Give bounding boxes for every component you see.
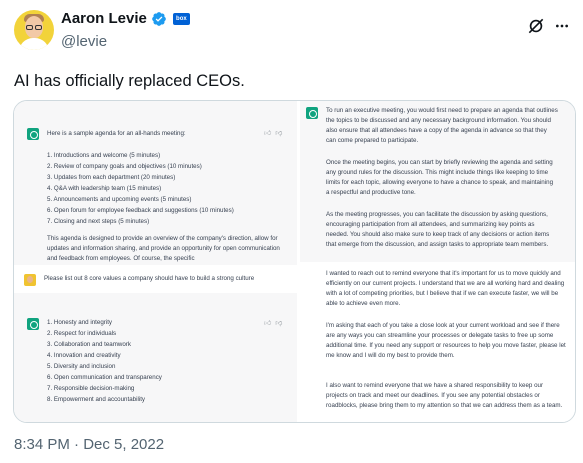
user-avatar-icon xyxy=(24,274,36,286)
email-paragraph: I also want to remind everyone that we h… xyxy=(326,382,563,409)
agenda-item: 6. Open forum for employee feedback and … xyxy=(47,207,234,214)
prompt-text: Please list out 8 core values a company … xyxy=(44,275,255,282)
prompt-pane: Please list out 8 core values a company … xyxy=(14,267,297,293)
value-item: 4. Innovation and creativity xyxy=(47,352,121,359)
value-item: 7. Responsible decision-making xyxy=(47,385,135,392)
value-item: 2. Respect for individuals xyxy=(47,330,117,337)
value-item: 5. Diversity and inclusion xyxy=(47,363,116,370)
meeting-paragraph: As the meeting progresses, you can facil… xyxy=(326,211,550,248)
author-avatar[interactable] xyxy=(14,10,54,50)
chatgpt-logo-icon xyxy=(27,318,39,330)
avatar-glasses-right xyxy=(35,25,42,30)
agenda-intro: Here is a sample agenda for an all-hands… xyxy=(47,130,186,137)
email-pane: I wanted to reach out to remind everyone… xyxy=(300,264,575,422)
grok-icon[interactable] xyxy=(526,16,546,36)
meeting-paragraph: Once the meeting begins, you can start b… xyxy=(326,159,554,196)
meeting-paragraph: To run an executive meeting, you would f… xyxy=(326,107,558,144)
chatgpt-logo-icon xyxy=(27,128,39,140)
value-item: 3. Collaboration and teamwork xyxy=(47,341,131,348)
tweet-media[interactable]: 👍︎ 👎︎ Here is a sample agenda for an all… xyxy=(13,100,576,423)
agenda-item: 7. Closing and next steps (5 minutes) xyxy=(47,218,150,225)
feedback-icon[interactable]: 👍︎ 👎︎ xyxy=(264,318,283,327)
agenda-item: 4. Q&A with leadership team (15 minutes) xyxy=(47,185,162,192)
email-paragraph: I wanted to reach out to remind everyone… xyxy=(326,270,565,307)
chatgpt-logo-icon xyxy=(306,107,318,119)
author-display-name[interactable]: Aaron Levie xyxy=(61,10,147,27)
box-affiliate-badge[interactable]: box xyxy=(172,12,190,25)
tweet-timestamp[interactable]: 8:34 PM · Dec 5, 2022 xyxy=(14,436,164,453)
author-handle[interactable]: @levie xyxy=(61,33,107,50)
value-item: 1. Honesty and integrity xyxy=(47,319,113,326)
agenda-summary: This agenda is designed to provide an ov… xyxy=(47,235,280,262)
feedback-icon[interactable]: 👍︎ 👎︎ xyxy=(264,128,283,137)
author-name-row: Aaron Levie box xyxy=(61,10,190,27)
agenda-item: 5. Announcements and upcoming events (5 … xyxy=(47,196,192,203)
avatar-glasses-left xyxy=(26,25,33,30)
values-pane: 👍︎ 👎︎ 1. Honesty and integrity 2. Respec… xyxy=(14,293,297,422)
agenda-pane: 👍︎ 👎︎ Here is a sample agenda for an all… xyxy=(14,101,297,265)
meeting-pane: To run an executive meeting, you would f… xyxy=(300,101,575,262)
more-icon[interactable] xyxy=(552,18,572,34)
agenda-item: 3. Updates from each department (20 minu… xyxy=(47,174,176,181)
verified-badge-icon[interactable] xyxy=(151,11,167,27)
agenda-item: 1. Introductions and welcome (5 minutes) xyxy=(47,152,161,159)
tweet-text: AI has officially replaced CEOs. xyxy=(14,72,245,90)
avatar-shirt xyxy=(19,38,49,50)
agenda-item: 2. Review of company goals and objective… xyxy=(47,163,202,170)
value-item: 8. Empowerment and accountability xyxy=(47,396,146,403)
email-paragraph: I'm asking that each of you take a close… xyxy=(326,322,566,359)
value-item: 6. Open communication and transparency xyxy=(47,374,162,381)
